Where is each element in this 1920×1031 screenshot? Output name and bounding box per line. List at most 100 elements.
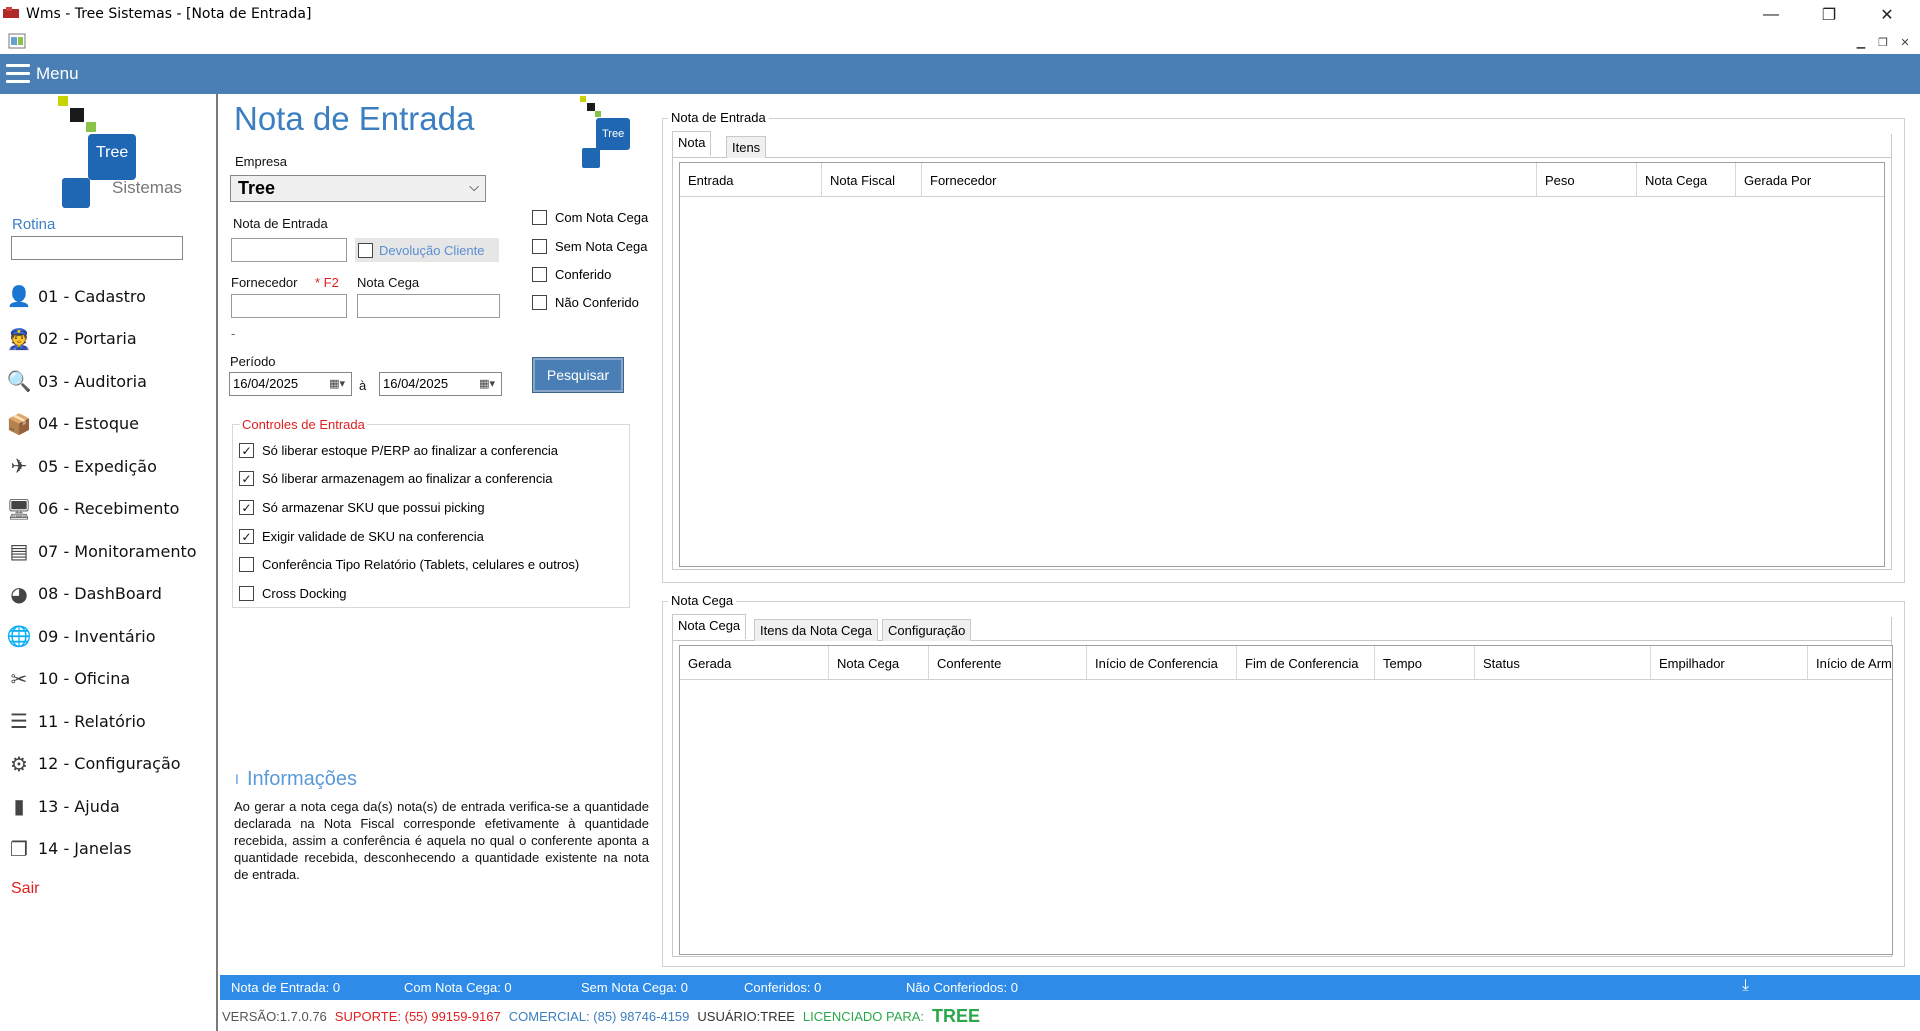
footer-usuario: USUÁRIO:TREE xyxy=(697,1008,795,1024)
sidebar-item-label: 05 - Expedição xyxy=(38,456,157,476)
checkbox-box[interactable] xyxy=(532,267,547,282)
footer-licenciado-nome: TREE xyxy=(932,1005,981,1026)
menu-label[interactable]: Menu xyxy=(36,64,79,84)
sidebar-item-10[interactable]: ✂ 10 - Oficina xyxy=(6,664,131,694)
sidebar-item-label: 01 - Cadastro xyxy=(38,286,146,306)
controle-checkbox-3[interactable]: ✓ Só armazenar SKU que possui picking xyxy=(239,500,485,515)
column-conferente[interactable]: Conferente xyxy=(929,646,1087,679)
empresa-select[interactable]: Tree ⌵ xyxy=(230,175,486,202)
controle-label: Conferência Tipo Relatório (Tablets, cel… xyxy=(262,557,580,572)
tab-itens-nota-cega[interactable]: Itens da Nota Cega xyxy=(754,619,879,641)
filter-checkbox-2[interactable]: Sem Nota Cega xyxy=(532,239,648,254)
child-window-icon xyxy=(8,33,26,49)
date-from-picker[interactable]: 16/04/2025 ▦▾ xyxy=(229,372,352,396)
column-gerada-por[interactable]: Gerada Por xyxy=(1736,163,1884,196)
filter-checkbox-3[interactable]: Conferido xyxy=(532,267,611,282)
sidebar-item-1[interactable]: 👤 01 - Cadastro xyxy=(6,281,146,311)
column-empilhador[interactable]: Empilhador xyxy=(1651,646,1808,679)
tab-configuracao[interactable]: Configuração xyxy=(882,619,972,641)
nota-cega-input[interactable] xyxy=(357,294,500,318)
filter-checkbox-4[interactable]: Não Conferido xyxy=(532,295,639,310)
nota-entrada-grid[interactable]: Entrada Nota Fiscal Fornecedor Peso Nota… xyxy=(679,162,1885,567)
close-button[interactable]: ✕ xyxy=(1858,0,1916,30)
small-logo-text: Tree xyxy=(602,128,625,140)
download-icon[interactable]: ⤓ xyxy=(1742,977,1749,995)
date-to-value: 16/04/2025 xyxy=(383,376,449,391)
restore-button[interactable]: ❐ xyxy=(1800,0,1858,30)
checkbox-box[interactable] xyxy=(532,210,547,225)
mdi-minimize-icon[interactable]: ▁ xyxy=(1852,33,1870,51)
nota-entrada-group-title: Nota de Entrada xyxy=(668,110,769,125)
mdi-restore-icon[interactable]: ❐ xyxy=(1874,33,1892,51)
column-peso[interactable]: Peso xyxy=(1537,163,1637,196)
controle-checkbox-5[interactable]: Conferência Tipo Relatório (Tablets, cel… xyxy=(239,557,579,572)
calendar-icon[interactable]: ▦▾ xyxy=(329,377,345,390)
footer-suporte: SUPORTE: (55) 99159-9167 xyxy=(334,1008,501,1024)
sidebar-item-7[interactable]: ▤ 07 - Monitoramento xyxy=(6,536,197,566)
checkbox-box[interactable]: ✓ xyxy=(239,500,254,515)
sidebar-item-14[interactable]: ❐ 14 - Janelas xyxy=(6,834,131,864)
calendar-icon[interactable]: ▦▾ xyxy=(479,377,495,390)
pie-icon: ◕ xyxy=(10,581,28,606)
sidebar-item-8[interactable]: ◕ 08 - DashBoard xyxy=(6,579,162,609)
column-inicio-armazenagem[interactable]: Início de Arm xyxy=(1808,646,1892,679)
filter-checkbox-1[interactable]: Com Nota Cega xyxy=(532,210,648,225)
checkbox-box[interactable]: ✓ xyxy=(239,471,254,486)
pesquisar-button[interactable]: Pesquisar xyxy=(532,357,624,393)
devolucao-checkbox-box[interactable] xyxy=(358,242,373,258)
date-to-picker[interactable]: 16/04/2025 ▦▾ xyxy=(379,372,502,396)
fornecedor-input[interactable] xyxy=(231,294,347,318)
column-status[interactable]: Status xyxy=(1475,646,1651,679)
column-tempo[interactable]: Tempo xyxy=(1375,646,1475,679)
sidebar-item-6[interactable]: 🖥 06 - Recebimento xyxy=(6,494,179,524)
mdi-close-icon[interactable]: ✕ xyxy=(1896,33,1914,51)
devolucao-cliente-checkbox[interactable]: Devolução Cliente xyxy=(355,238,499,262)
sidebar-item-4[interactable]: 📦 04 - Estoque xyxy=(6,409,139,439)
checkbox-box[interactable]: ✓ xyxy=(239,443,254,458)
column-fornecedor[interactable]: Fornecedor xyxy=(922,163,1537,196)
minimize-button[interactable]: — xyxy=(1742,0,1800,30)
sidebar-item-3[interactable]: 🔍 03 - Auditoria xyxy=(6,366,147,396)
tab-nota-cega[interactable]: Nota Cega xyxy=(672,614,747,639)
controle-checkbox-4[interactable]: ✓ Exigir validade de SKU na conferencia xyxy=(239,529,484,544)
checkbox-box[interactable] xyxy=(239,557,254,572)
sidebar-item-13[interactable]: ▮ 13 - Ajuda xyxy=(6,791,119,821)
checkbox-box[interactable] xyxy=(239,586,254,601)
filter-label: Sem Nota Cega xyxy=(555,239,648,254)
controle-checkbox-2[interactable]: ✓ Só liberar armazenagem ao finalizar a c… xyxy=(239,471,553,486)
rotina-label: Rotina xyxy=(12,216,56,233)
tab-itens[interactable]: Itens xyxy=(726,136,767,158)
column-entrada[interactable]: Entrada xyxy=(680,163,822,196)
column-fim-conferencia[interactable]: Fim de Conferencia xyxy=(1237,646,1375,679)
sidebar-item-label: 07 - Monitoramento xyxy=(38,541,197,561)
rotina-input[interactable] xyxy=(11,236,183,260)
column-nota-cega[interactable]: Nota Cega xyxy=(829,646,929,679)
window-title: Wms - Tree Sistemas - [Nota de Entrada] xyxy=(26,6,312,22)
sidebar-item-5[interactable]: ✈ 05 - Expedição xyxy=(6,451,157,481)
controle-checkbox-1[interactable]: ✓ Só liberar estoque P/ERP ao finalizar a… xyxy=(239,443,558,458)
hamburger-icon[interactable] xyxy=(6,64,30,84)
column-gerada[interactable]: Gerada xyxy=(680,646,829,679)
column-nota-cega[interactable]: Nota Cega xyxy=(1637,163,1736,196)
sair-link[interactable]: Sair xyxy=(11,880,39,898)
controle-checkbox-6[interactable]: Cross Docking xyxy=(239,586,347,601)
column-inicio-conferencia[interactable]: Início de Conferencia xyxy=(1087,646,1237,679)
nota-entrada-input[interactable] xyxy=(231,238,347,262)
tab-nota[interactable]: Nota xyxy=(672,131,712,156)
sidebar-item-12[interactable]: ⚙ 12 - Configuração xyxy=(6,749,181,779)
date-from-value: 16/04/2025 xyxy=(233,376,299,391)
sidebar-item-9[interactable]: 🌐 09 - Inventário xyxy=(6,621,156,651)
sidebar-item-11[interactable]: ☰ 11 - Relatório xyxy=(6,706,146,736)
nota-cega-grid[interactable]: Gerada Nota Cega Conferente Início de Co… xyxy=(679,645,1893,955)
controle-label: Só armazenar SKU que possui picking xyxy=(262,500,485,515)
info-title: Informações xyxy=(247,768,358,790)
sidebar-item-2[interactable]: 👮 02 - Portaria xyxy=(6,324,137,354)
checkbox-box[interactable] xyxy=(532,295,547,310)
checkbox-box[interactable]: ✓ xyxy=(239,529,254,544)
controles-title: Controles de Entrada xyxy=(240,417,367,432)
column-nota-fiscal[interactable]: Nota Fiscal xyxy=(822,163,922,196)
status-sem-nota-cega: Sem Nota Cega: 0 xyxy=(581,980,688,995)
guard-icon: 👮 xyxy=(6,326,32,351)
tools-icon: ✂ xyxy=(10,666,28,691)
checkbox-box[interactable] xyxy=(532,239,547,254)
